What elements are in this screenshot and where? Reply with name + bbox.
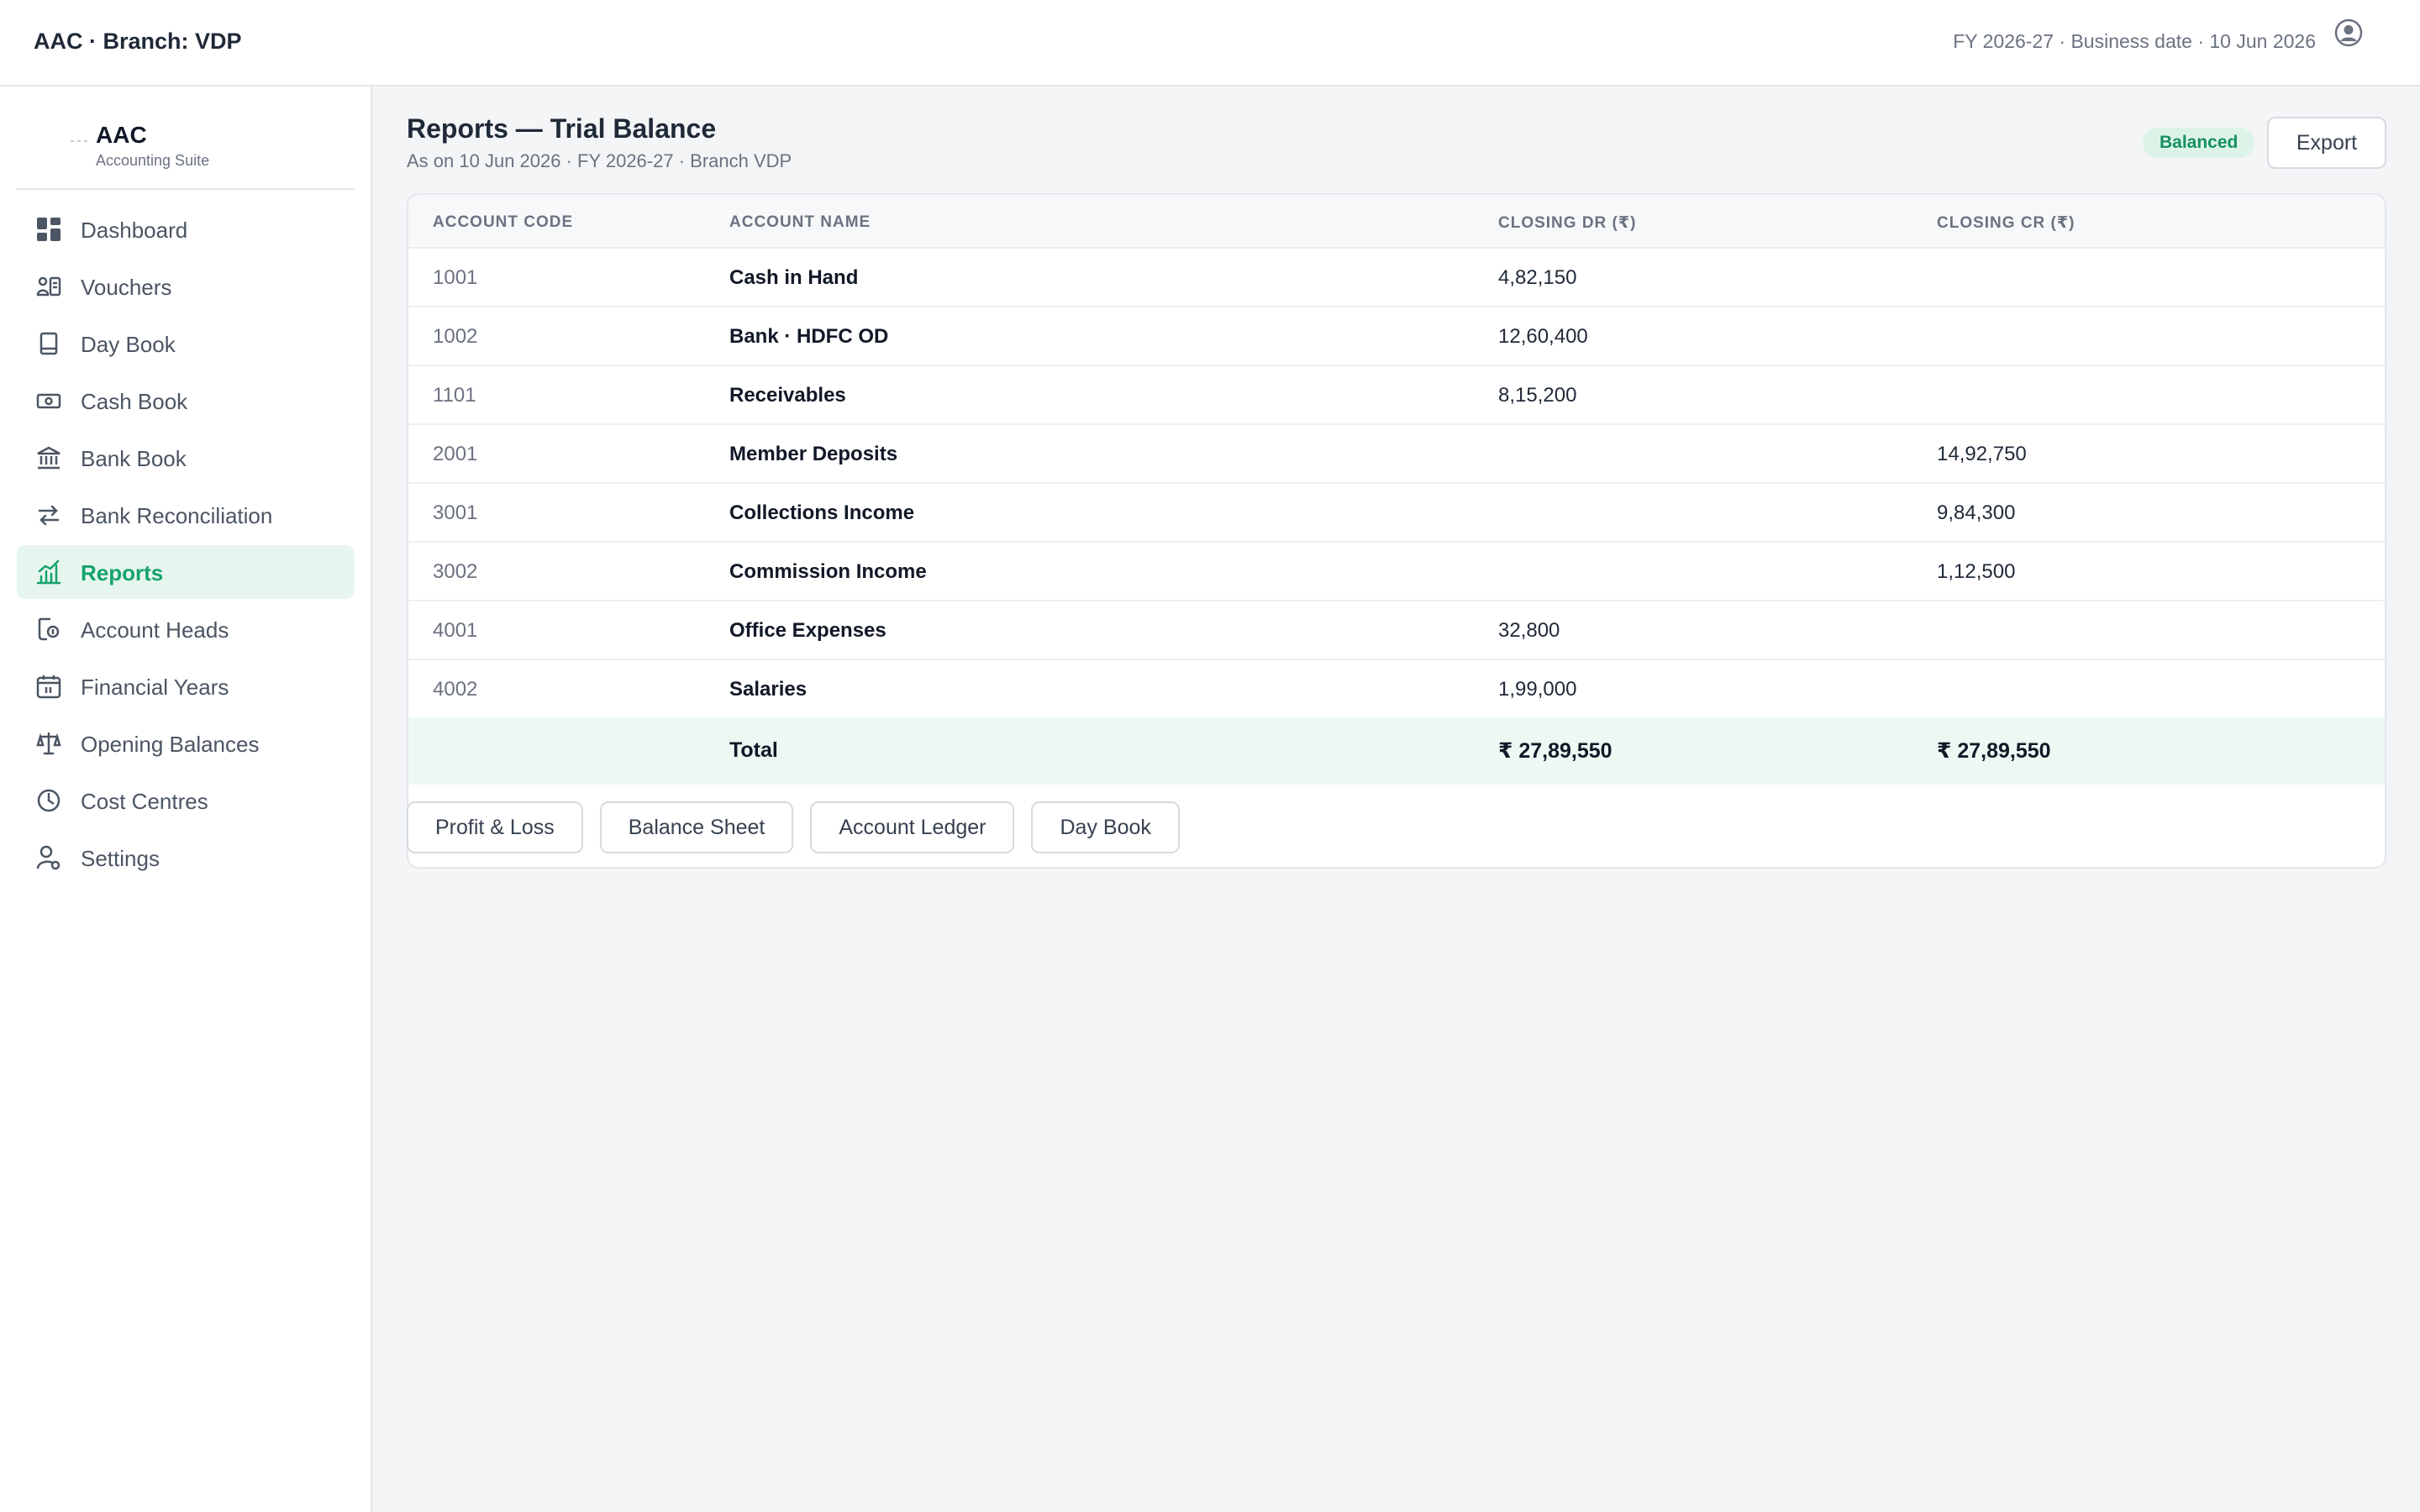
bar-chart-icon bbox=[36, 559, 61, 585]
account-name-cell: Office Expenses bbox=[729, 619, 886, 642]
total-dr: ₹ 27,89,550 bbox=[1498, 739, 1612, 763]
scale-icon bbox=[36, 732, 61, 755]
bank-icon bbox=[37, 446, 60, 470]
closing-cr-cell: 1,12,500 bbox=[1937, 560, 2016, 583]
page-subtitle: As on 10 Jun 2026 · FY 2026-27 · Branch … bbox=[407, 150, 792, 171]
user-settings-icon bbox=[36, 845, 60, 870]
table-row[interactable]: 3002 Commission Income 1,12,500 bbox=[408, 543, 2385, 601]
table-row[interactable]: 1002 Bank · HDFC OD 12,60,400 bbox=[408, 307, 2385, 366]
account-name-cell: Commission Income bbox=[729, 560, 927, 583]
closing-dr-cell: 8,15,200 bbox=[1498, 384, 1577, 407]
sidebar-item-vouchers[interactable]: Vouchers bbox=[17, 260, 355, 313]
account-code-cell: 3002 bbox=[433, 560, 478, 583]
total-label: Total bbox=[729, 738, 778, 762]
account-ledger-button[interactable]: Account Ledger bbox=[810, 801, 1015, 853]
quick-links: Profit & Loss Balance Sheet Account Ledg… bbox=[407, 801, 1197, 853]
column-header-closing-cr: CLOSING CR (₹) bbox=[1937, 214, 2075, 232]
sidebar-item-label: Cost Centres bbox=[81, 789, 208, 814]
table-row[interactable]: 2001 Member Deposits 14,92,750 bbox=[408, 425, 2385, 484]
account-name-cell: Member Deposits bbox=[729, 443, 898, 465]
closing-dr-cell: 12,60,400 bbox=[1498, 325, 1588, 348]
closing-dr-cell: 1,99,000 bbox=[1498, 678, 1577, 701]
column-header-closing-dr: CLOSING DR (₹) bbox=[1498, 214, 1637, 232]
column-header-account-name: ACCOUNT NAME bbox=[729, 213, 871, 231]
table-row[interactable]: 4001 Office Expenses 32,800 bbox=[408, 601, 2385, 660]
app-title: AAC · Branch: VDP bbox=[34, 29, 242, 54]
sidebar-item-reports[interactable]: Reports bbox=[17, 545, 355, 599]
sidebar-item-label: Vouchers bbox=[81, 275, 172, 300]
fiscal-year-info: FY 2026-27 · Business date · 10 Jun 2026 bbox=[1953, 30, 2316, 52]
user-circle-icon[interactable] bbox=[2334, 18, 2363, 47]
sidebar-item-bank-reconciliation[interactable]: Bank Reconciliation bbox=[17, 488, 355, 542]
account-name-cell: Salaries bbox=[729, 678, 808, 701]
sidebar-item-cost-centres[interactable]: Cost Centres bbox=[17, 774, 355, 827]
profit-loss-button[interactable]: Profit & Loss bbox=[407, 801, 583, 853]
sidebar-item-label: Reports bbox=[81, 560, 164, 585]
closing-cr-cell: 9,84,300 bbox=[1937, 501, 2016, 524]
sidebar-item-settings[interactable]: Settings bbox=[17, 831, 355, 885]
sidebar-item-label: Day Book bbox=[81, 332, 176, 357]
table-row[interactable]: 1001 Cash in Hand 4,82,150 bbox=[408, 249, 2385, 307]
balance-sheet-button[interactable]: Balance Sheet bbox=[599, 801, 794, 853]
total-row: Total ₹ 27,89,550 ₹ 27,89,550 bbox=[408, 717, 2385, 785]
brand-subtitle: Accounting Suite bbox=[96, 152, 210, 169]
sidebar-item-cash-book[interactable]: Cash Book bbox=[17, 374, 355, 428]
book-icon bbox=[39, 332, 58, 355]
table-row[interactable]: 4002 Salaries 1,99,000 bbox=[408, 660, 2385, 719]
account-code-cell: 2001 bbox=[433, 443, 478, 465]
account-heads-icon bbox=[38, 617, 60, 641]
account-code-cell: 4001 bbox=[433, 619, 478, 642]
sidebar-item-dashboard[interactable]: Dashboard bbox=[17, 202, 355, 256]
sidebar-item-label: Financial Years bbox=[81, 675, 229, 700]
sidebar-item-day-book[interactable]: Day Book bbox=[17, 317, 355, 370]
brand-name: AAC bbox=[96, 122, 147, 148]
day-book-button[interactable]: Day Book bbox=[1031, 801, 1180, 853]
table-header: ACCOUNT CODE ACCOUNT NAME CLOSING DR (₹)… bbox=[408, 195, 2385, 249]
sidebar-item-account-heads[interactable]: Account Heads bbox=[17, 602, 355, 656]
sidebar: AAC Accounting Suite Dashboard Vouchers bbox=[0, 87, 372, 1512]
closing-dr-cell: 32,800 bbox=[1498, 619, 1560, 642]
main-content: Reports — Trial Balance As on 10 Jun 202… bbox=[372, 87, 2420, 1512]
pie-icon bbox=[37, 789, 60, 812]
voucher-icon bbox=[36, 276, 61, 297]
account-name-cell: Receivables bbox=[729, 384, 846, 407]
sidebar-item-label: Bank Reconciliation bbox=[81, 503, 273, 528]
status-badge: Balanced bbox=[2143, 128, 2255, 158]
sidebar-item-label: Opening Balances bbox=[81, 732, 260, 757]
account-name-cell: Collections Income bbox=[729, 501, 915, 524]
dashboard-grid-icon bbox=[37, 218, 60, 241]
account-code-cell: 3001 bbox=[433, 501, 478, 524]
account-code-cell: 1101 bbox=[433, 384, 476, 407]
sidebar-item-label: Settings bbox=[81, 846, 160, 871]
sidebar-item-opening-balances[interactable]: Opening Balances bbox=[17, 717, 355, 770]
column-header-account-code: ACCOUNT CODE bbox=[433, 213, 574, 231]
calendar-icon bbox=[36, 675, 61, 699]
export-button[interactable]: Export bbox=[2267, 117, 2386, 169]
arrows-swap-icon bbox=[38, 505, 60, 526]
sidebar-item-financial-years[interactable]: Financial Years bbox=[17, 659, 355, 713]
top-bar: AAC · Branch: VDP FY 2026-27 · Business … bbox=[0, 0, 2420, 87]
sidebar-item-bank-book[interactable]: Bank Book bbox=[17, 431, 355, 485]
brand: AAC Accounting Suite bbox=[17, 112, 355, 190]
sidebar-item-label: Dashboard bbox=[81, 218, 188, 243]
table-row[interactable]: 3001 Collections Income 9,84,300 bbox=[408, 484, 2385, 543]
page-title: Reports — Trial Balance bbox=[407, 113, 717, 144]
table-row[interactable]: 1101 Receivables 8,15,200 bbox=[408, 366, 2385, 425]
closing-cr-cell: 14,92,750 bbox=[1937, 443, 2027, 465]
cash-icon bbox=[36, 393, 61, 409]
closing-dr-cell: 4,82,150 bbox=[1498, 266, 1577, 289]
trial-balance-table: ACCOUNT CODE ACCOUNT NAME CLOSING DR (₹)… bbox=[407, 193, 2386, 869]
account-name-cell: Bank · HDFC OD bbox=[729, 325, 889, 348]
account-code-cell: 1001 bbox=[433, 266, 478, 289]
brand-logo-icon bbox=[71, 140, 87, 142]
sidebar-nav: Dashboard Vouchers Day Book Cash Book Ba… bbox=[17, 202, 355, 888]
account-code-cell: 1002 bbox=[433, 325, 478, 348]
sidebar-item-label: Account Heads bbox=[81, 617, 229, 643]
sidebar-item-label: Bank Book bbox=[81, 446, 187, 471]
account-code-cell: 4002 bbox=[433, 678, 478, 701]
sidebar-item-label: Cash Book bbox=[81, 389, 188, 414]
account-name-cell: Cash in Hand bbox=[729, 266, 859, 289]
total-cr: ₹ 27,89,550 bbox=[1937, 739, 2051, 763]
